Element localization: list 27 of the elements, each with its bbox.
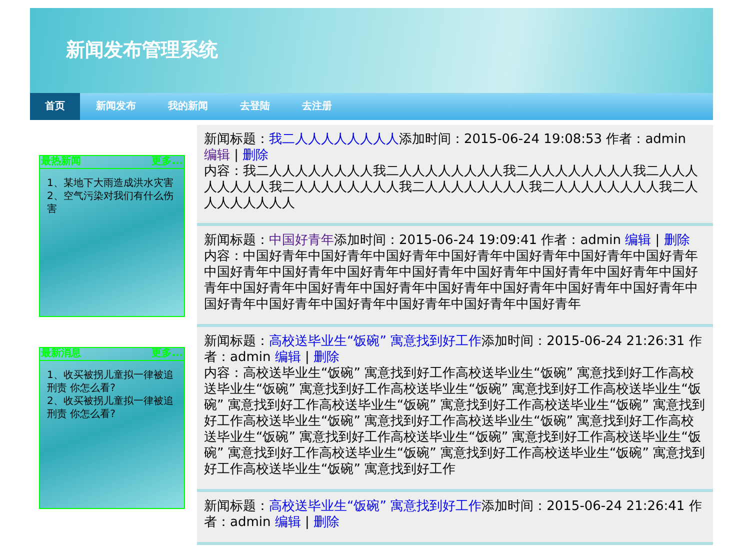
edit-link[interactable]: 编辑	[625, 233, 652, 248]
news-meta: 新闻标题：高校送毕业生“饭碗” 寓意找到好工作添加时间：2015-06-24 21:26:41 作者：admin 编辑 | 删除	[204, 499, 703, 531]
delete-link[interactable]: 删除	[314, 515, 340, 530]
news-meta: 新闻标题：中国好青年添加时间：2015-06-24 19:09:41 作者：admin 编辑 | 删除	[204, 233, 691, 249]
news-link[interactable]: 2、空气污染对我们有什么伤害	[47, 190, 177, 216]
news-title-link[interactable]: 中国好青年	[269, 233, 334, 248]
panel-title: 最热新闻	[41, 156, 81, 168]
news-title-link[interactable]: 高校送毕业生“饭碗” 寓意找到好工作	[269, 499, 482, 514]
edit-link[interactable]: 编辑	[204, 148, 230, 163]
news-title-link[interactable]: 我二人人人人人人人人	[269, 132, 399, 147]
news-content: 内容：我二人人人人人人人人我二人人人人人人人人我二人人人人人人人人我二人人人人人人人人我二人人人人人人人人我二人人人人人人人人我二人人人人人人人人我二人人人人人人人人	[204, 164, 699, 212]
news-meta: 新闻标题：高校送毕业生“饭碗” 寓意找到好工作添加时间：2015-06-24 21:26:31 作者：admin 编辑 | 删除	[204, 334, 703, 366]
delete-link[interactable]: 删除	[314, 350, 340, 365]
news-title-link[interactable]: 高校送毕业生“饭碗” 寓意找到好工作	[269, 334, 482, 349]
news-link[interactable]: 2、收买被拐儿童拟一律被追刑责 你怎么看?	[47, 395, 177, 421]
news-meta: 新闻标题：我二人人人人人人人人添加时间：2015-06-24 19:08:53 作者：admin 编辑 | 删除	[204, 132, 687, 164]
news-link[interactable]: 1、收买被拐儿童拟一律被追刑责 你怎么看?	[47, 369, 177, 395]
delete-link[interactable]: 删除	[242, 148, 269, 163]
site-title: 新闻发布管理系统	[66, 38, 218, 64]
news-link[interactable]: 1、某地下大雨造成洪水灾害	[47, 177, 177, 190]
delete-link[interactable]: 删除	[664, 233, 690, 248]
nav-tab[interactable]: 首页	[30, 93, 80, 120]
edit-link[interactable]: 编辑	[274, 515, 301, 530]
edit-link[interactable]: 编辑	[274, 350, 301, 365]
news-content: 内容：高校送毕业生“饭碗” 寓意找到好工作高校送毕业生“饭碗” 寓意找到好工作高校送毕业生“饭碗” 寓意找到好工作高校送毕业生“饭碗” 寓意找到好工作高校送毕业生“饭碗” 寓意找到好工作高校送毕业生“饭碗” 寓意找到好工作高校送毕业生“饭碗” 寓意找到好工作高校送毕业生“饭碗” 寓意找到好工作高校送毕业生“饭碗” 寓意找到好工作高校送毕业生“饭碗” 寓意找到好工作高校送毕业生“饭碗” 寓意找到好工作高校送毕业生“饭碗” 寓意找到好工作高校送毕业生“饭碗” 寓意找到好工作高校送毕业生“饭碗” 寓意找到好工作高校送毕业生“饭碗” 寓意找到好工作	[204, 366, 706, 478]
news-content: 内容：中国好青年中国好青年中国好青年中国好青年中国好青年中国好青年中国好青年中国好青年中国好青年中国好青年中国好青年中国好青年中国好青年中国好青年中国好青年中国好青年中国好青年中国好青年中国好青年中国好青年中国好青年中国好青年中国好青年中国好青年中国好青年中国好青年中国好青年中国好青年	[204, 249, 699, 313]
panel-title: 最新消息	[41, 348, 81, 360]
